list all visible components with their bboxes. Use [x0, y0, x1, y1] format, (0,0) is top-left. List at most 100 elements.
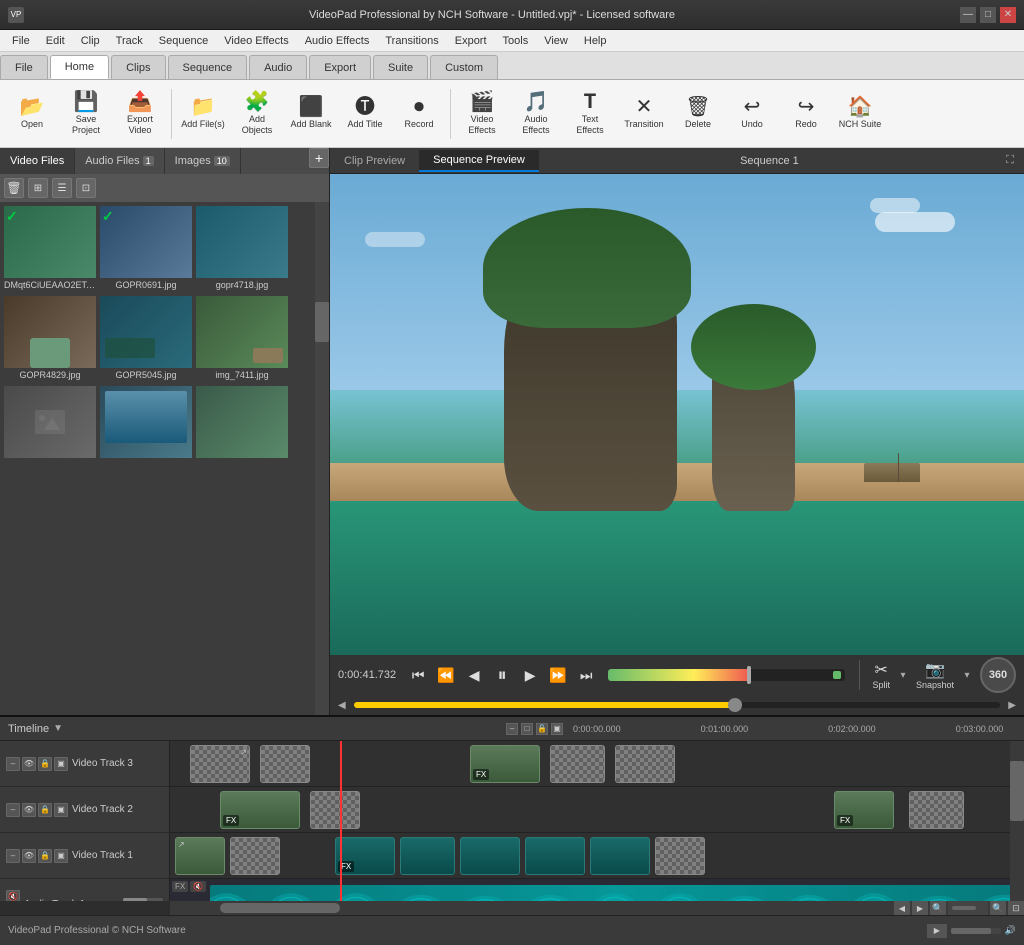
list-item[interactable]: ✓ DMqt6CiUEAAO2ET.jpg: [4, 206, 96, 292]
clip[interactable]: [525, 837, 585, 875]
scrollbar-vertical[interactable]: [315, 202, 329, 715]
timeline-ctrl-4[interactable]: ▣: [551, 723, 563, 735]
track-mute-btn[interactable]: 🔒: [38, 757, 52, 771]
media-add-button[interactable]: +: [309, 148, 329, 168]
tab-clip-preview[interactable]: Clip Preview: [330, 151, 419, 171]
export-video-button[interactable]: 📤Export Video: [114, 85, 166, 143]
scroll-left-btn[interactable]: ◀: [894, 901, 910, 915]
menu-item-transitions[interactable]: Transitions: [377, 33, 446, 49]
clip[interactable]: ↗: [175, 837, 225, 875]
menu-item-help[interactable]: Help: [576, 33, 615, 49]
go-end-button[interactable]: ⏭: [574, 663, 598, 687]
prev-frame-button[interactable]: ⏪: [434, 663, 458, 687]
delete-button[interactable]: 🗑Delete: [672, 85, 724, 143]
nch-suite-button[interactable]: 🏠NCH Suite: [834, 85, 886, 143]
list-item[interactable]: img_7411.jpg: [196, 296, 288, 382]
media-delete-btn[interactable]: 🗑: [4, 178, 24, 198]
track-solo-btn[interactable]: ▣: [54, 757, 68, 771]
menu-item-clip[interactable]: Clip: [73, 33, 108, 49]
media-tab-video-files[interactable]: Video Files: [0, 148, 75, 174]
track-eye-btn[interactable]: 👁: [22, 803, 36, 817]
add-blank-button[interactable]: ⬛Add Blank: [285, 85, 337, 143]
tab-audio[interactable]: Audio: [249, 55, 307, 79]
undo-button[interactable]: ↩Undo: [726, 85, 778, 143]
playhead[interactable]: [340, 741, 342, 901]
fullscreen-icon[interactable]: ⛶: [1000, 151, 1020, 171]
transition-button[interactable]: ✕Transition: [618, 85, 670, 143]
tab-suite[interactable]: Suite: [373, 55, 428, 79]
list-item[interactable]: [100, 386, 192, 462]
master-volume[interactable]: [951, 928, 1001, 934]
tab-custom[interactable]: Custom: [430, 55, 498, 79]
scroll-right-btn[interactable]: ▶: [912, 901, 928, 915]
pause-button[interactable]: ⏸: [490, 663, 514, 687]
tab-home[interactable]: Home: [50, 55, 109, 79]
playback-btn[interactable]: ▶: [927, 924, 947, 938]
save-project-button[interactable]: 💾Save Project: [60, 85, 112, 143]
minimize-button[interactable]: —: [960, 7, 976, 23]
clip[interactable]: FX: [470, 745, 540, 783]
split-button[interactable]: ✂ Split: [872, 660, 890, 690]
snapshot-dropdown[interactable]: ▾: [962, 660, 972, 690]
add-files-button[interactable]: 📁Add File(s): [177, 85, 229, 143]
list-item[interactable]: [196, 386, 288, 462]
menu-item-audio-effects[interactable]: Audio Effects: [297, 33, 378, 49]
clip[interactable]: [909, 791, 964, 829]
menu-item-edit[interactable]: Edit: [38, 33, 73, 49]
clip[interactable]: [655, 837, 705, 875]
add-objects-button[interactable]: 🧩Add Objects: [231, 85, 283, 143]
track-lock-btn[interactable]: –: [6, 803, 20, 817]
menu-item-track[interactable]: Track: [108, 33, 151, 49]
split-dropdown[interactable]: ▾: [898, 660, 908, 690]
clip[interactable]: [230, 837, 280, 875]
audio-mute-btn[interactable]: 🔇: [190, 881, 206, 892]
menu-item-view[interactable]: View: [536, 33, 576, 49]
clip[interactable]: [550, 745, 605, 783]
progress-bar[interactable]: [354, 702, 1001, 708]
track-mute-audio-btn[interactable]: 🔇: [6, 890, 20, 902]
volume-slider[interactable]: [608, 669, 845, 681]
zoom-slider[interactable]: [948, 901, 988, 915]
timeline-ctrl-1[interactable]: –: [506, 723, 518, 735]
clip[interactable]: ↗: [190, 745, 250, 783]
tab-file[interactable]: File: [0, 55, 48, 79]
open-button[interactable]: 📂Open: [6, 85, 58, 143]
audio-effects-button[interactable]: 🎵Audio Effects: [510, 85, 562, 143]
clip[interactable]: [590, 837, 650, 875]
list-item[interactable]: gopr4718.jpg: [196, 206, 288, 292]
tab-clips[interactable]: Clips: [111, 55, 165, 79]
menu-item-tools[interactable]: Tools: [495, 33, 537, 49]
track-eye-btn[interactable]: 👁: [22, 757, 36, 771]
clip[interactable]: FX: [834, 791, 894, 829]
fit-btn[interactable]: ⊡: [1008, 901, 1024, 915]
video-effects-button[interactable]: 🎬Video Effects: [456, 85, 508, 143]
media-list-view-btn[interactable]: ☰: [52, 178, 72, 198]
track-solo-btn[interactable]: ▣: [54, 849, 68, 863]
track-mute-btn[interactable]: 🔒: [38, 803, 52, 817]
tracks-scrollbar-v[interactable]: [1010, 741, 1024, 901]
tab-sequence[interactable]: Sequence: [168, 55, 248, 79]
360-button[interactable]: 360: [980, 657, 1016, 693]
list-item[interactable]: GOPR5045.jpg: [100, 296, 192, 382]
media-grid-view-btn[interactable]: ⊞: [28, 178, 48, 198]
clip[interactable]: [460, 837, 520, 875]
list-item[interactable]: ✓ GOPR0691.jpg: [100, 206, 192, 292]
volume-fader[interactable]: [123, 898, 163, 902]
clip[interactable]: [260, 745, 310, 783]
clip[interactable]: [310, 791, 360, 829]
track-eye-btn[interactable]: 👁: [22, 849, 36, 863]
zoom-in-btn[interactable]: 🔍: [990, 901, 1006, 915]
media-tab-images[interactable]: Images 10: [165, 148, 241, 174]
next-frame-button[interactable]: ⏩: [546, 663, 570, 687]
list-item[interactable]: [4, 386, 96, 462]
play-button[interactable]: ▶: [518, 663, 542, 687]
add-title-button[interactable]: 🅣Add Title: [339, 85, 391, 143]
redo-button[interactable]: ↪Redo: [780, 85, 832, 143]
clip[interactable]: [400, 837, 455, 875]
text-effects-button[interactable]: 𝐓Text Effects: [564, 85, 616, 143]
snapshot-button[interactable]: 📷 Snapshot: [916, 660, 954, 690]
menu-item-video-effects[interactable]: Video Effects: [216, 33, 296, 49]
menu-item-sequence[interactable]: Sequence: [151, 33, 217, 49]
menu-item-file[interactable]: File: [4, 33, 38, 49]
clip[interactable]: FX: [220, 791, 300, 829]
